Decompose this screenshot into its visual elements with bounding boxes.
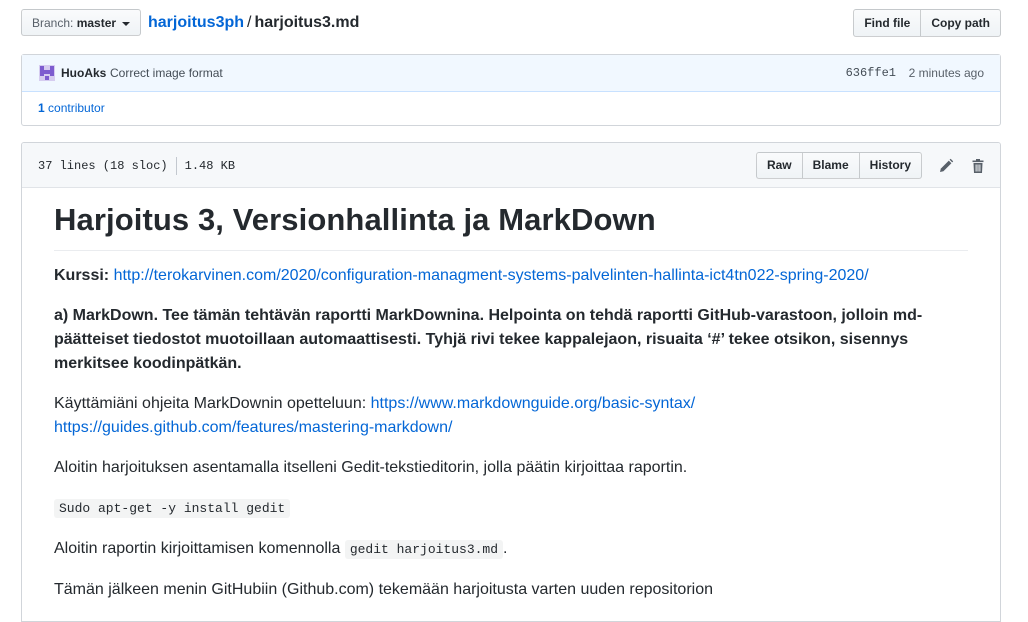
file-navigation: Branch: master harjoitus3ph / harjoitus3.m… [21, 9, 1001, 38]
breadcrumb: harjoitus3ph / harjoitus3.md [148, 13, 359, 33]
start-text: Aloitin raportin kirjoittamisen komennol… [54, 540, 341, 557]
install-code: Sudo apt-get -y install gedit [54, 499, 291, 518]
find-file-button[interactable]: Find file [853, 9, 922, 37]
course-label: Kurssi: [54, 267, 110, 284]
task-a-paragraph: a) MarkDown. Tee tämän tehtävän raportti… [54, 307, 923, 372]
guides-text: Käyttämiäni ohjeita MarkDownin opetteluu… [54, 395, 367, 412]
guide-link-basic-syntax[interactable]: https://www.markdownguide.org/basic-synt… [371, 395, 696, 412]
pencil-icon[interactable] [938, 158, 954, 174]
breadcrumb-separator: / [247, 14, 252, 31]
file-info-divider [175, 157, 177, 175]
breadcrumb-repo-link[interactable]: harjoitus3ph [148, 14, 244, 31]
branch-name: master [76, 16, 117, 30]
contributors-label: contributor [48, 101, 105, 115]
file-size: 1.48 KB [184, 159, 236, 174]
latest-commit-bar: HuoAks Correct image format 636ffe1 2 mi… [22, 55, 1000, 92]
guides-paragraph: Käyttämiäni ohjeita MarkDownin opetteluu… [54, 392, 968, 440]
open-code: gedit harjoitus3.md [344, 540, 504, 559]
history-button[interactable]: History [859, 152, 922, 179]
file-lines: 37 lines (18 sloc) [38, 159, 168, 174]
document-title: Harjoitus 3, Versionhallinta ja MarkDown [54, 199, 968, 251]
raw-button[interactable]: Raw [755, 152, 803, 179]
file-info: 37 lines (18 sloc) 1.48 KB [38, 157, 235, 175]
caret-down-icon [122, 21, 131, 26]
commit-tease: HuoAks Correct image format 636ffe1 2 mi… [21, 54, 1001, 126]
file-viewer: 37 lines (18 sloc) 1.48 KB Raw Blame Hist… [21, 142, 1001, 622]
breadcrumb-file: harjoitus3.md [254, 14, 360, 31]
branch-label: Branch: [32, 16, 74, 30]
guide-link-mastering-markdown[interactable]: https://guides.github.com/features/maste… [54, 419, 452, 436]
install-code-paragraph: Sudo apt-get -y install gedit [54, 496, 968, 521]
avatar[interactable] [39, 65, 55, 81]
commit-message-link[interactable]: Correct image format [110, 66, 223, 80]
file-view-buttons: Raw Blame History [755, 152, 922, 179]
branch-selector-button[interactable]: Branch: master [21, 9, 142, 36]
gedit-paragraph: Aloitin harjoituksen asentamalla itselle… [54, 459, 688, 476]
course-paragraph: Kurssi: http://terokarvinen.com/2020/con… [54, 264, 968, 288]
commit-author-link[interactable]: HuoAks [61, 66, 106, 80]
contributors-link[interactable]: 1 contributor [38, 101, 105, 115]
commit-sha-link[interactable]: 636ffe1 [846, 66, 896, 80]
blame-button[interactable]: Blame [802, 152, 860, 179]
github-paragraph: Tämän jälkeen menin GitHubiin (Github.co… [54, 581, 714, 598]
file-header: 37 lines (18 sloc) 1.48 KB Raw Blame Hist… [22, 143, 1000, 188]
start-paragraph: Aloitin raportin kirjoittamisen komennol… [54, 537, 968, 562]
markdown-body: Harjoitus 3, Versionhallinta ja MarkDown… [54, 199, 968, 602]
file-actions: Raw Blame History [755, 152, 986, 179]
trash-icon[interactable] [970, 158, 986, 174]
start-text-end: . [503, 540, 508, 557]
copy-path-button[interactable]: Copy path [921, 9, 1001, 37]
course-link[interactable]: http://terokarvinen.com/2020/configurati… [114, 267, 869, 284]
commit-time: 2 minutes ago [908, 66, 984, 80]
file-nav-buttons: Find file Copy path [853, 9, 1001, 37]
contributors-count: 1 [38, 101, 45, 115]
